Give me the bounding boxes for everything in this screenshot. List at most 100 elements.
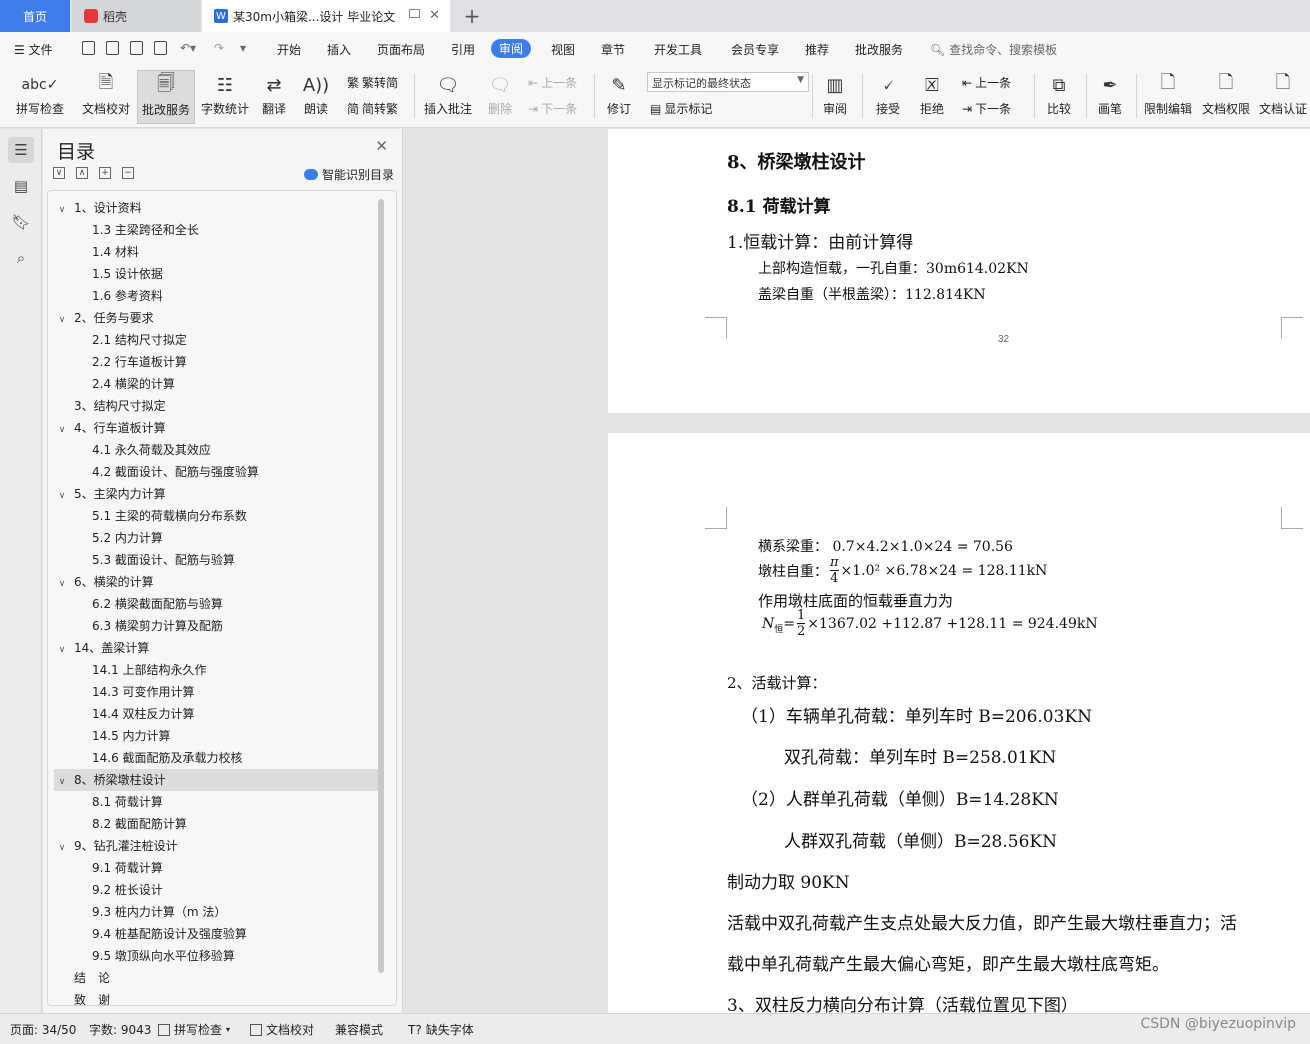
revise-button[interactable]: ✎ 修订 [598,70,640,124]
spell-check-button[interactable]: abc✓ 拼写检查 [8,70,72,124]
toc-item[interactable]: 4.2 截面设计、配筋与强度验算 [92,461,259,483]
show-marks-button[interactable]: ▤ 显示标记 [650,100,712,117]
proof-button[interactable]: 🗎 文档校对 [77,70,135,124]
toc-item[interactable]: 1.6 参考资料 [92,285,163,307]
doc-cert-button[interactable]: 🗋 文档认证 [1256,70,1310,124]
chevron-down-icon[interactable]: ∨ [54,639,70,661]
toc-item[interactable]: 3、结构尺寸拟定 [54,395,378,417]
toc-item[interactable]: 5.2 内力计算 [92,527,163,549]
tab-daoke[interactable]: 稻壳 [72,0,200,32]
print-icon[interactable] [130,41,143,55]
next-revision-button[interactable]: ⇥ 下一条 [962,100,1011,117]
tab-home[interactable]: 首页 [0,0,70,32]
proof-status[interactable]: 文档校对 [250,1021,314,1038]
add-level-icon[interactable]: + [99,167,111,179]
toc-item[interactable]: 2.4 横梁的计算 [92,373,175,395]
compare-button[interactable]: ⧉ 比较 [1038,70,1080,124]
toc-item[interactable]: 1.3 主梁跨径和全长 [92,219,199,241]
monitor-icon[interactable] [409,9,420,18]
toc-item[interactable]: 4.1 永久荷载及其效应 [92,439,211,461]
toc-item[interactable]: ∨ 2、任务与要求 [54,307,378,329]
spell-check-status[interactable]: 拼写检查 ▾ [158,1021,230,1038]
accept-button[interactable]: 🗸 接受 [868,70,908,124]
toc-item[interactable]: 14.1 上部结构永久作 [92,659,207,681]
toc-item[interactable]: 9.4 桩基配筋设计及强度验算 [92,923,247,945]
toc-item[interactable]: 结 论 [54,967,378,989]
chevron-down-icon[interactable]: ∨ [54,573,70,595]
prev-comment-button[interactable]: ⇤ 上一条 [528,74,577,91]
insert-comment-button[interactable]: 🗨 插入批注 [420,70,476,124]
menu-recommend[interactable]: 推荐 [805,41,829,58]
toc-item[interactable]: 14.3 可变作用计算 [92,681,195,703]
restrict-edit-button[interactable]: 🗋 限制编辑 [1140,70,1196,124]
page-32[interactable]: 8、桥梁墩柱设计 8.1 荷载计算 1.恒载计算：由前计算得 上部构造恒载，一孔… [608,129,1310,413]
menu-view[interactable]: 视图 [551,41,575,58]
toc-item[interactable]: 6.2 横梁截面配筋与验算 [92,593,223,615]
tab-document[interactable]: W 某30m小箱梁...设计 毕业论文 ✕ [202,0,450,32]
simp-to-trad-button[interactable]: 简简转繁 [347,100,398,117]
toc-item[interactable]: 9.2 桩长设计 [92,879,163,901]
pen-button[interactable]: ✒ 画笔 [1090,70,1130,124]
menu-chapter[interactable]: 章节 [601,41,625,58]
prev-revision-button[interactable]: ⇤ 上一条 [962,74,1011,91]
menu-start[interactable]: 开始 [277,41,301,58]
page-indicator[interactable]: 页面: 34/50 [10,1021,76,1038]
toc-item[interactable]: 致 谢 [54,989,378,1005]
page-33[interactable]: 横系梁重： 0.7×4.2×1.0×24 = 70.56 墩柱自重： π4 ×1… [608,433,1310,1013]
trad-to-simp-button[interactable]: 繁繁转简 [347,74,398,91]
missing-font-status[interactable]: T? 缺失字体 [408,1021,474,1038]
expand-all-icon[interactable]: ∨ [53,167,65,179]
read-aloud-button[interactable]: A)) 朗读 [297,70,335,124]
preview-icon[interactable] [154,41,167,55]
chevron-down-icon[interactable]: ∨ [54,199,70,221]
toc-item[interactable]: 14.5 内力计算 [92,725,171,747]
menu-reference[interactable]: 引用 [451,41,475,58]
menu-layout[interactable]: 页面布局 [377,41,425,58]
redo-icon[interactable]: ↷ [214,41,224,55]
command-search[interactable]: 🔍︎ 查找命令、搜索模板 [930,41,1057,58]
toc-icon[interactable]: ☰ [8,137,34,163]
scrollbar[interactable] [378,199,384,973]
word-count-indicator[interactable]: 字数: 9043 [89,1021,151,1038]
file-menu[interactable]: ☰ 文件 [14,41,53,58]
toc-item[interactable]: 2.2 行车道板计算 [92,351,187,373]
save-icon[interactable] [82,41,95,55]
next-comment-button[interactable]: ⇥ 下一条 [528,100,577,117]
new-tab-button[interactable]: + [458,0,486,32]
delete-comment-button[interactable]: 🗨 删除 [478,70,522,124]
translate-button[interactable]: ⇄ 翻译 [255,70,293,124]
toc-item[interactable]: 5.3 截面设计、配筋与验算 [92,549,235,571]
menu-devtools[interactable]: 开发工具 [654,41,702,58]
toc-item[interactable]: ∨ 6、横梁的计算 [54,571,378,593]
chevron-down-icon[interactable]: ∨ [54,771,70,793]
word-count-button[interactable]: ☷ 字数统计 [197,70,253,124]
more-icon[interactable]: ▾ [240,41,246,55]
menu-correct-service[interactable]: 批改服务 [855,41,903,58]
menu-insert[interactable]: 插入 [327,41,351,58]
document-canvas[interactable]: ▤▾ 8、桥梁墩柱设计 8.1 荷载计算 1.恒载计算：由前计算得 上部构造恒载… [404,129,1310,1013]
export-icon[interactable] [106,41,119,55]
correct-service-button[interactable]: 🗐 批改服务 [137,70,195,124]
toc-item[interactable]: 8.2 截面配筋计算 [92,813,187,835]
chevron-down-icon[interactable]: ∨ [54,485,70,507]
smart-toc-button[interactable]: 智能识别目录 [303,166,394,183]
toc-item[interactable]: 1.4 材料 [92,241,139,263]
close-icon[interactable]: ✕ [375,137,388,155]
chapter-icon[interactable]: ▤ [8,173,34,199]
toc-item[interactable]: 14.4 双柱反力计算 [92,703,195,725]
reject-button[interactable]: 🗵 拒绝 [912,70,952,124]
chevron-down-icon[interactable]: ∨ [54,309,70,331]
toc-item[interactable]: ∨ 9、钻孔灌注桩设计 [54,835,378,857]
chevron-down-icon[interactable]: ∨ [54,837,70,859]
compat-mode-status[interactable]: 兼容模式 [335,1021,383,1038]
remove-level-icon[interactable]: − [122,167,134,179]
toc-item[interactable]: ∨ 5、主梁内力计算 [54,483,378,505]
chevron-down-icon[interactable]: ∨ [54,419,70,441]
bookmark-icon[interactable]: 🔖︎ [8,209,34,235]
toc-item[interactable]: 9.5 墩顶纵向水平位移验算 [92,945,235,967]
menu-review[interactable]: 审阅 [491,39,532,58]
toc-item[interactable]: 6.3 横梁剪力计算及配筋 [92,615,223,637]
markup-state-dropdown[interactable]: 显示标记的最终状态 ▼ [647,72,809,92]
toc-item[interactable]: 9.3 桩内力计算（m 法） [92,901,226,923]
undo-icon[interactable]: ↶▾ [180,41,196,55]
